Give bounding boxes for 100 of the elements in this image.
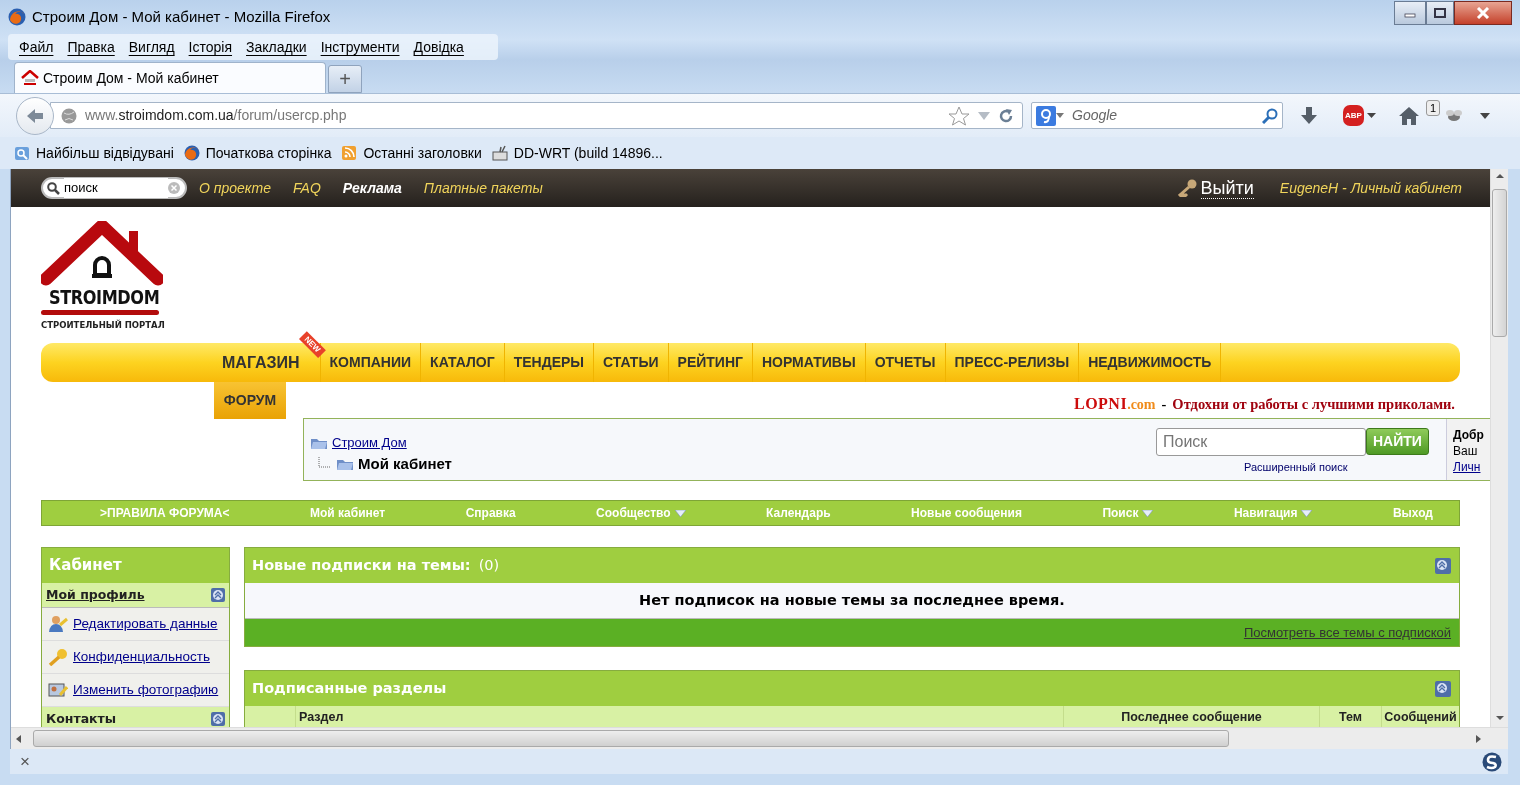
breadcrumb-link[interactable]: Строим Дом [332,433,407,453]
search-icon [47,181,60,195]
empty-message: Нет подписок на новые темы за последнее время. [245,583,1459,619]
nav-link[interactable]: Платные пакеты [423,177,543,199]
address-text: www.stroimdom.com.ua/forum/usercp.php [85,106,347,125]
dropdown-arrow-icon [1301,509,1313,517]
magnifier-icon [14,145,30,161]
nav-link[interactable]: О проекте [199,177,272,199]
menu-item[interactable]: Файл [12,36,61,58]
user-pencil-icon [48,615,68,633]
collapse-icon[interactable] [1435,557,1451,574]
logo-text: STROIMDOM [49,287,161,307]
nav-tab[interactable]: СТАТЬИ [603,352,659,373]
nav-link[interactable]: Реклама [342,177,402,199]
close-icon [1476,7,1490,19]
key-icon [1177,179,1198,197]
bookmark-item[interactable]: Останні заголовки [341,142,482,164]
search-engine-icon[interactable] [1036,105,1056,126]
dropdown-arrow-icon[interactable] [1056,113,1064,118]
router-icon [491,145,508,161]
bookmark-item[interactable]: Початкова сторінка [183,142,332,164]
nav-tab[interactable]: ПРЕСС-РЕЛИЗЫ [954,352,1070,373]
menu-item[interactable]: Історія [181,36,240,58]
menu-item[interactable]: Довідка [406,36,471,58]
bookmark-star-icon[interactable] [948,105,970,126]
menu-dropdown-icon[interactable] [1480,112,1491,119]
welcome-text: Добр [1453,427,1484,443]
nav-tab[interactable]: КАТАЛОГ [430,352,495,373]
collapse-icon[interactable] [211,712,225,726]
nav-link[interactable]: FAQ [293,177,321,199]
photo-pencil-icon [48,681,68,699]
profile-link[interactable]: Личн [1453,459,1481,475]
browser-logo-icon [183,145,200,161]
browser-tab[interactable]: Строим Дом - Мой кабинет [14,62,326,93]
site-search-input[interactable]: поиск [64,178,168,198]
menu-item[interactable]: Закладки [239,36,314,58]
home-icon[interactable] [1398,105,1420,126]
dropdown-arrow-icon [1367,113,1376,118]
back-arrow-icon [25,106,45,125]
menu-item[interactable]: Вигляд [121,36,182,58]
panel-title: Новые подписки на темы: (0) [252,555,500,575]
collapse-icon[interactable] [211,588,225,602]
nav-tab[interactable]: ОТЧЕТЫ [874,352,936,373]
maximize-button[interactable] [1426,1,1454,25]
house-logo-icon [41,221,163,287]
s-logo-icon[interactable] [1482,751,1502,772]
new-tab-button[interactable]: + [328,65,362,93]
panel-title: Подписанные разделы [252,678,447,698]
scrollbar-thumb[interactable] [33,730,1229,747]
welcome-text: Ваш [1453,443,1478,459]
dropdown-arrow-icon [674,509,686,517]
bookmark-item[interactable]: DD-WRT (build 14896... [491,142,663,164]
user-link[interactable]: EugeneH - Личный кабинет [1279,177,1462,199]
back-button[interactable] [16,96,54,135]
collapse-icon[interactable] [1435,680,1451,697]
nav-tab[interactable]: МАГАЗИН [222,350,300,375]
rss-icon [341,145,358,161]
minimize-button[interactable] [1394,1,1426,25]
sidebar-section-title: Контакты [46,709,117,727]
close-addon-bar-button[interactable]: × [20,748,30,775]
search-box[interactable]: Google [1031,102,1283,129]
nav-tab[interactable]: ТЕНДЕРЫ [513,352,584,373]
sidebar-link[interactable]: Изменить фотографию [42,674,229,707]
notification-badge: 1 [1426,100,1441,116]
logout-link[interactable]: Выйти [1200,177,1254,199]
logo-tagline: СТРОИТЕЛЬНЫЙ ПОРТАЛ [41,319,166,332]
advanced-search-link[interactable]: Расширенный поиск [1244,461,1348,473]
search-icon[interactable] [1262,107,1278,124]
bookmark-item[interactable]: Найбільш відвідувані [14,142,174,164]
maximize-icon [1434,8,1446,18]
promo-logo[interactable]: LOPNI.com [1073,392,1156,416]
forum-search-field[interactable]: Поиск [1156,428,1366,456]
nav-tab[interactable]: РЕЙТИНГ [677,352,743,373]
dropdown-arrow-icon [1142,509,1154,517]
window-title: Строим Дом - Мой кабинет - Mozilla Firefox [32,6,331,27]
sidebar-link[interactable]: Конфиденциальность [42,641,229,674]
download-icon[interactable] [1299,105,1319,126]
site-search-box[interactable]: поиск [41,177,187,199]
menu-item[interactable]: Правка [60,36,122,58]
menu-item[interactable]: Інструменти [313,36,407,58]
fly-icon[interactable] [1444,107,1465,124]
nav-tab[interactable]: КОМПАНИИ [329,352,412,373]
house-icon [21,70,39,86]
address-field[interactable]: www.stroimdom.com.ua/forum/usercp.php [50,102,1023,129]
reload-icon[interactable] [998,107,1014,124]
scrollbar-thumb[interactable] [1492,189,1507,337]
browser-logo-icon [8,8,26,26]
nav-tab[interactable]: НОРМАТИВЫ [761,352,856,373]
nav-tab[interactable]: ФОРУМ [214,382,286,419]
subscriptions-link[interactable]: Посмотреть все темы с подпиской [1243,622,1451,643]
tree-connector-icon [318,456,332,471]
globe-icon [61,107,77,124]
breadcrumb-current: Мой кабинет [358,453,452,474]
sidebar-title: Кабинет [42,548,229,583]
separator-text: - [1161,395,1167,414]
promo-link[interactable]: Отдохни от работы с лучшими приколами. [1172,394,1455,416]
close-button[interactable] [1454,1,1512,25]
nav-tab[interactable]: НЕДВИЖИМОСТЬ [1088,352,1212,373]
sidebar-link[interactable]: Редактировать данные [42,608,229,641]
key-icon [48,648,68,666]
